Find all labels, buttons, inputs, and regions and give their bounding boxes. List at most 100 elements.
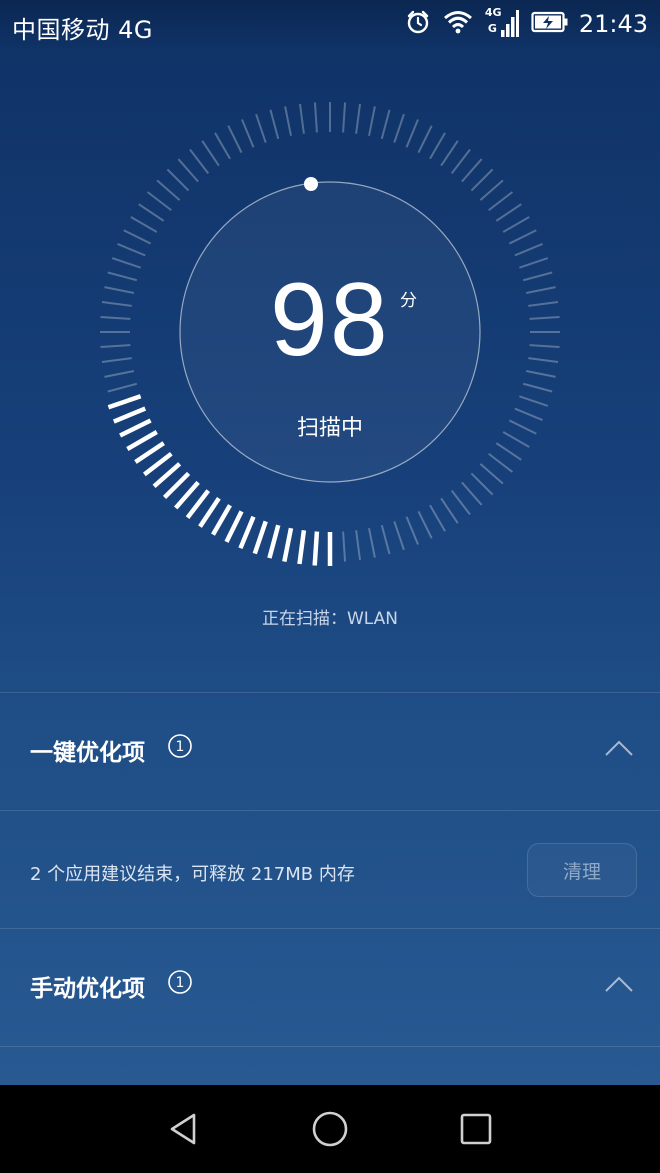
gauge-tick bbox=[313, 102, 318, 133]
scanning-item-label: 正在扫描：WLAN bbox=[261, 609, 399, 629]
gauge-tick-active bbox=[185, 489, 211, 520]
battery-charging-icon bbox=[531, 10, 569, 38]
gauge-tick bbox=[342, 102, 347, 133]
gauge-tick bbox=[101, 357, 132, 364]
gauge-tick-active bbox=[198, 497, 221, 528]
scan-status: 扫描中 bbox=[296, 416, 363, 441]
info-icon[interactable]: 1 bbox=[167, 969, 193, 999]
gauge-tick bbox=[269, 109, 280, 140]
gauge-tick bbox=[528, 300, 559, 307]
gauge-tick bbox=[100, 315, 131, 320]
gauge-tick bbox=[146, 191, 172, 212]
chevron-up-icon[interactable] bbox=[604, 975, 634, 997]
navigation-bar bbox=[0, 1085, 660, 1173]
gauge-tick bbox=[528, 357, 559, 364]
manual-section-header[interactable]: 手动优化项 1 bbox=[0, 929, 660, 1045]
gauge-tick bbox=[227, 125, 243, 154]
gauge-tick bbox=[450, 148, 471, 174]
gauge-tick-active bbox=[238, 515, 256, 550]
gauge-tick bbox=[166, 168, 190, 192]
gauge-tick bbox=[100, 344, 131, 349]
gauge-tick bbox=[107, 382, 138, 393]
gauge-tick bbox=[393, 113, 405, 143]
divider bbox=[0, 1046, 660, 1047]
gauge-tick bbox=[440, 140, 459, 167]
gauge-tick bbox=[470, 168, 494, 192]
gauge-tick-active bbox=[211, 504, 232, 536]
chevron-up-icon[interactable] bbox=[604, 739, 634, 761]
gauge-tick-active bbox=[267, 524, 281, 559]
clean-button[interactable]: 清理 bbox=[527, 843, 637, 897]
gauge-tick bbox=[342, 531, 347, 562]
gauge-tick bbox=[214, 132, 231, 160]
score-value: 98 bbox=[270, 262, 390, 378]
gauge-tick bbox=[104, 370, 135, 378]
gauge-tick bbox=[502, 216, 530, 233]
gauge-tick bbox=[355, 530, 362, 561]
gauge-tick bbox=[429, 132, 446, 160]
section-title: 手动优化项 bbox=[30, 976, 145, 1002]
home-icon[interactable] bbox=[310, 1109, 350, 1149]
gauge-tick bbox=[380, 109, 391, 140]
gauge-tick bbox=[519, 395, 549, 407]
gauge-tick-active bbox=[174, 480, 200, 510]
section-title: 一键优化项 bbox=[30, 740, 145, 766]
svg-text:1: 1 bbox=[176, 739, 185, 755]
gauge-tick bbox=[522, 382, 553, 393]
gauge-tick bbox=[495, 203, 522, 222]
gauge-tick-active bbox=[224, 510, 244, 543]
gauge-tick bbox=[417, 125, 433, 154]
gauge-tick bbox=[495, 442, 522, 461]
gauge-tick bbox=[522, 271, 553, 282]
gauge-tick-active bbox=[282, 527, 294, 562]
gauge-tick-active bbox=[152, 462, 182, 488]
gauge-tick-active bbox=[252, 520, 268, 555]
gauge-indicator-dot bbox=[304, 177, 318, 191]
optimize-description: 2 个应用建议结束，可释放 217MB 内存 bbox=[30, 864, 355, 885]
gauge-tick bbox=[107, 271, 138, 282]
gauge-tick bbox=[111, 257, 141, 269]
gauge-tick bbox=[519, 257, 549, 269]
gauge-tick-active bbox=[297, 529, 307, 565]
recents-icon[interactable] bbox=[456, 1109, 496, 1149]
gauge-tick bbox=[450, 490, 471, 516]
gauge-tick bbox=[123, 229, 152, 245]
gauge-tick bbox=[405, 119, 419, 148]
gauge-tick bbox=[101, 300, 132, 307]
gauge-tick bbox=[138, 203, 165, 222]
gauge-tick bbox=[525, 286, 556, 294]
back-icon[interactable] bbox=[164, 1109, 204, 1149]
gauge-tick bbox=[508, 229, 537, 245]
info-icon[interactable]: 1 bbox=[167, 733, 193, 763]
gauge-tick bbox=[156, 179, 181, 201]
score-gauge: 98 分 扫描中 正在扫描：WLAN bbox=[0, 48, 660, 648]
gauge-tick-active bbox=[134, 441, 165, 464]
gauge-tick bbox=[417, 510, 433, 539]
gauge-tick bbox=[405, 516, 419, 545]
wifi-icon bbox=[443, 10, 473, 38]
gauge-tick bbox=[177, 158, 199, 183]
gauge-tick bbox=[479, 179, 504, 201]
gauge-tick bbox=[461, 481, 483, 506]
gauge-tick bbox=[488, 452, 514, 473]
signal-icon: 4G G bbox=[485, 6, 519, 40]
status-icons: 4G G 21:43 bbox=[393, 6, 648, 42]
score-unit: 分 bbox=[400, 291, 417, 311]
gauge-tick bbox=[241, 119, 255, 148]
clock-time: 21:43 bbox=[578, 10, 648, 38]
divider bbox=[0, 810, 660, 811]
gauge-tick-active bbox=[312, 531, 320, 566]
gauge-tick bbox=[470, 472, 494, 496]
status-bar: 中国移动 4G 4G G 21:43 bbox=[0, 0, 660, 48]
svg-text:1: 1 bbox=[176, 975, 185, 991]
gauge-tick bbox=[201, 140, 220, 167]
phone-optimizer-screen: 中国移动 4G 4G G 21:43 98 分 扫描中 正在扫描：WLAN 一键… bbox=[0, 0, 660, 1173]
gauge-tick bbox=[529, 344, 560, 349]
gauge-tick bbox=[479, 463, 504, 485]
one-click-section-header[interactable]: 一键优化项 1 bbox=[0, 693, 660, 809]
gauge-tick bbox=[284, 106, 292, 137]
gauge-tick bbox=[189, 148, 210, 174]
gauge-tick-active bbox=[107, 394, 142, 410]
gauge-tick-active bbox=[142, 451, 173, 477]
gauge-tick bbox=[488, 191, 514, 212]
